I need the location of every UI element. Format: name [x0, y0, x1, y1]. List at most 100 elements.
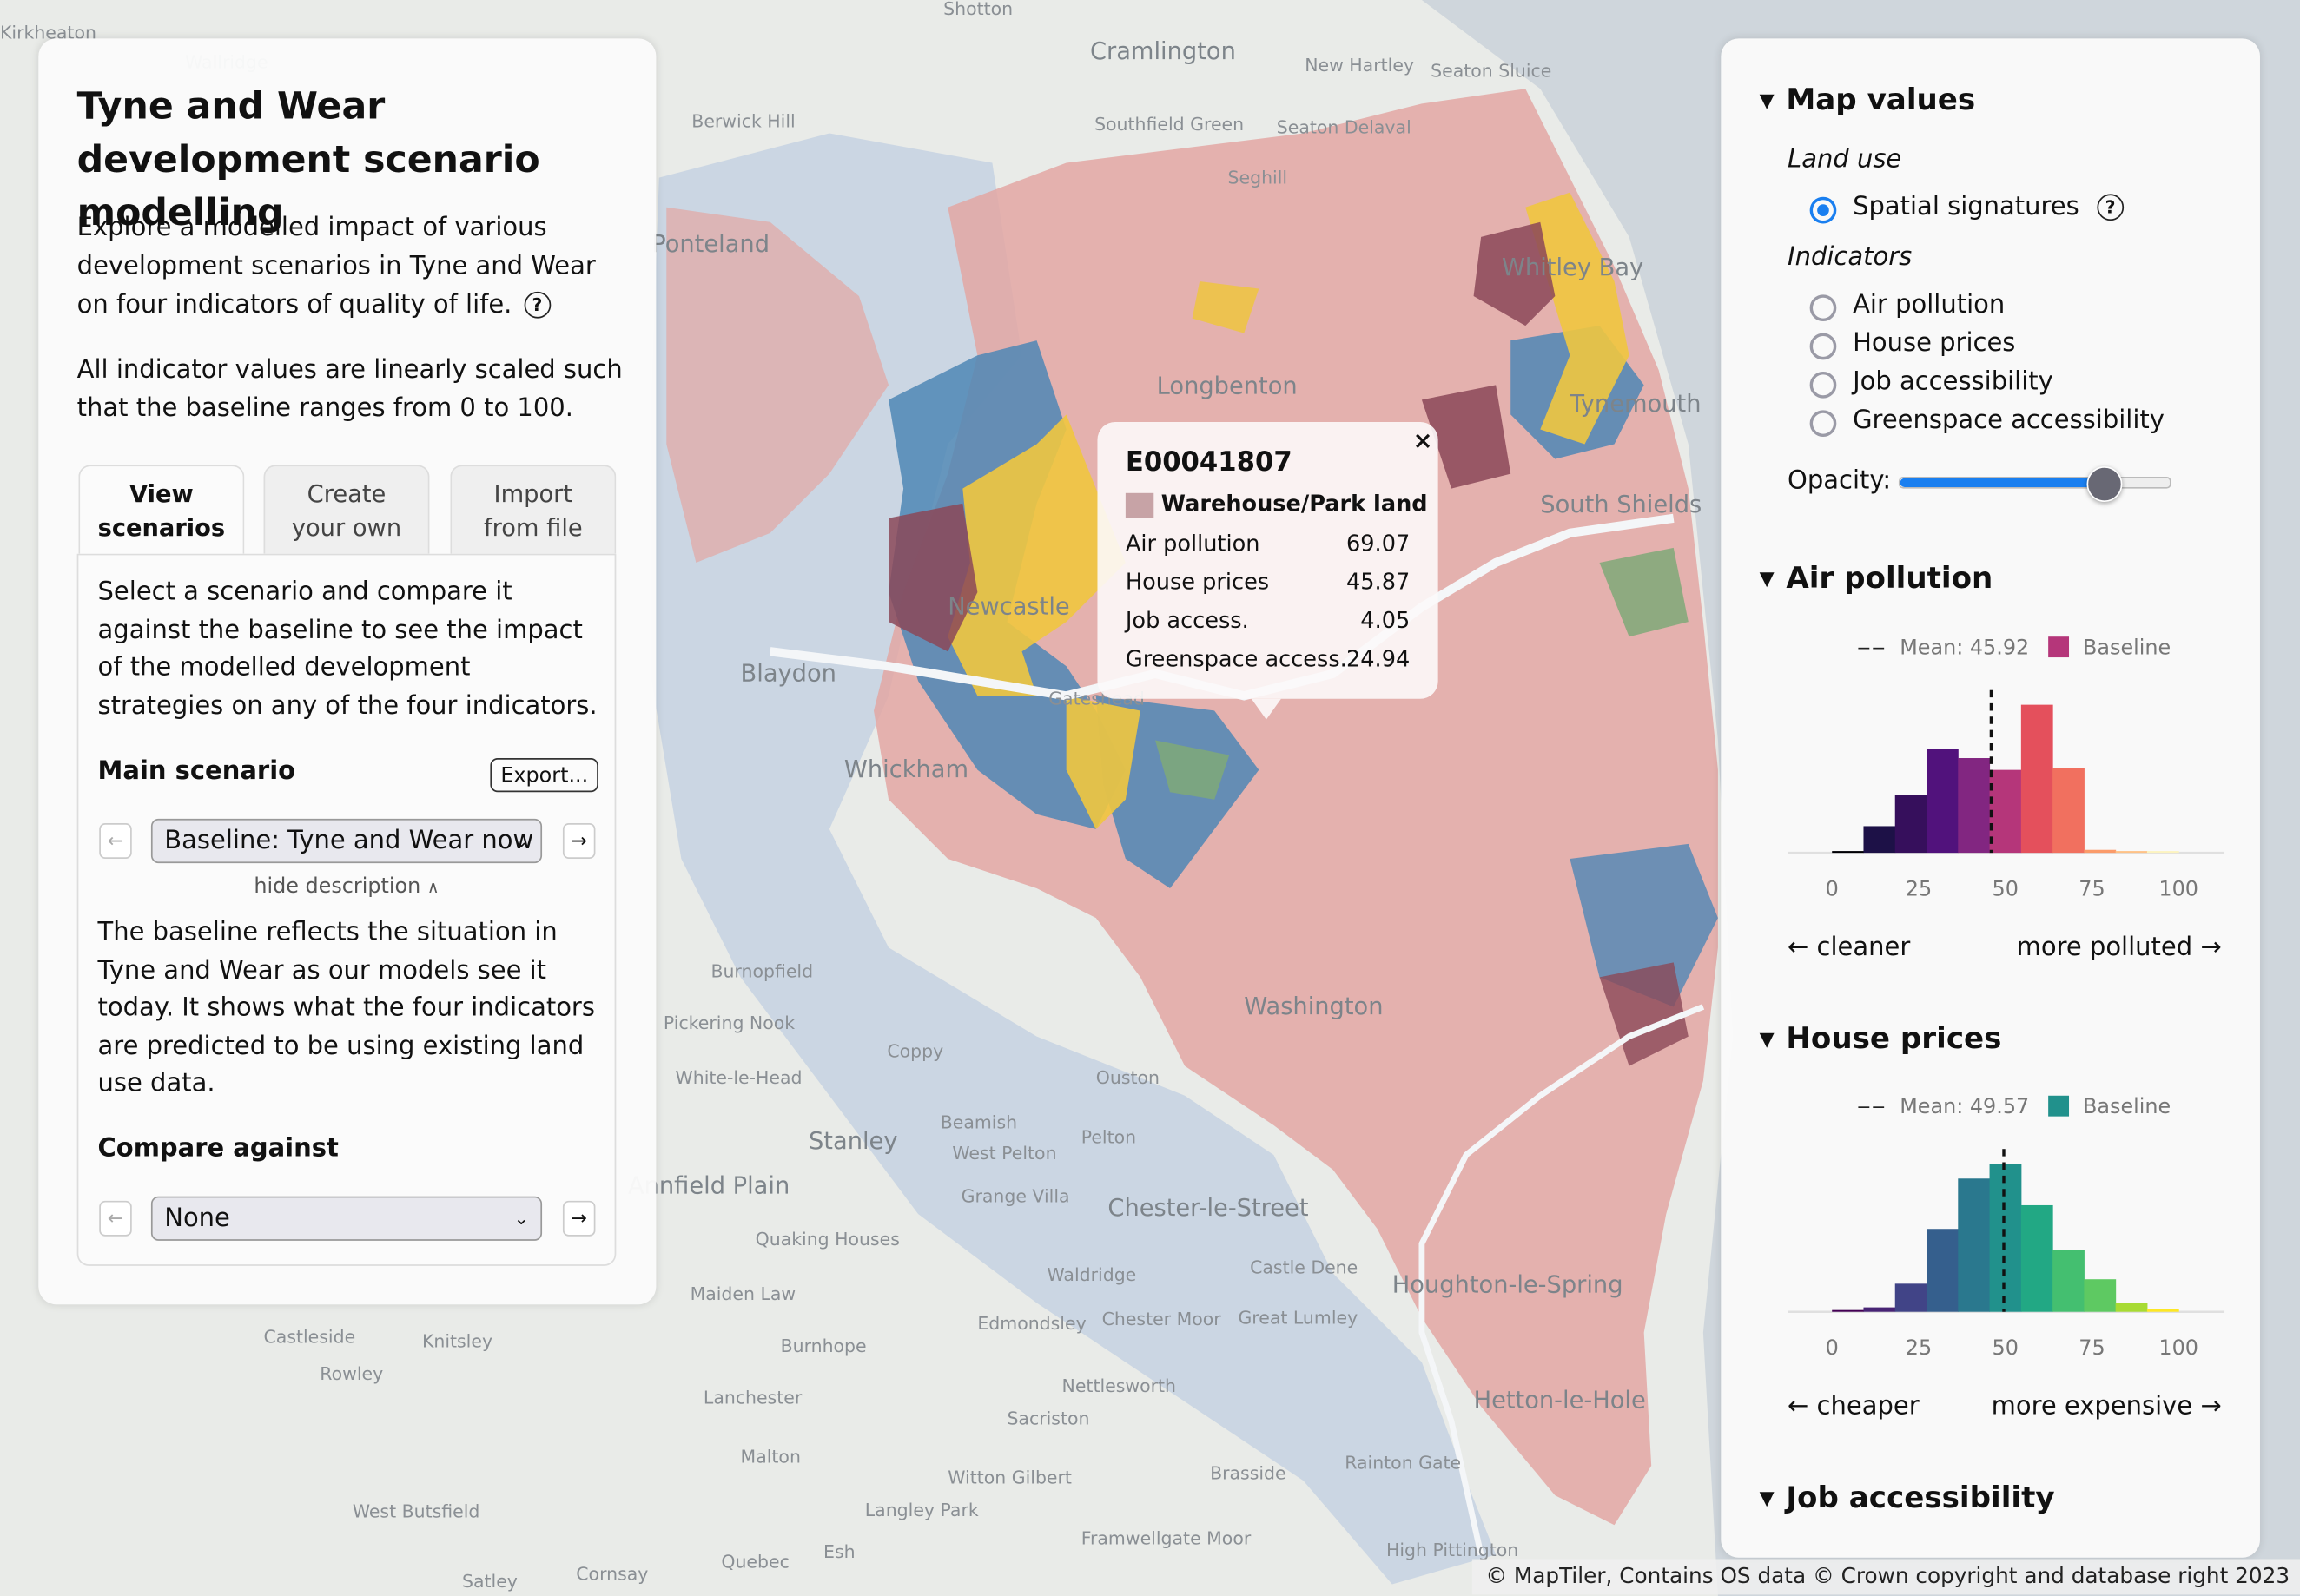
popup-row: Job access. 4.05 — [1126, 607, 1410, 634]
collapse-triangle-icon: ▼ — [1759, 1487, 1775, 1511]
section-title: Job accessibility — [1786, 1479, 2055, 1515]
histogram-bar — [2084, 1279, 2117, 1312]
mean-label: Mean: 45.92 — [1900, 636, 2030, 661]
map-place-label: High Pittington — [1386, 1540, 1518, 1560]
tab-label: View — [129, 479, 194, 508]
opacity-slider-fill — [1900, 478, 2103, 487]
house-prices-histogram: 0 25 50 75 100 — [1788, 1149, 2225, 1360]
map-place-label: Quebec — [721, 1552, 789, 1573]
tab-import-from-file[interactable]: Import from file — [450, 465, 617, 554]
opacity-slider-thumb[interactable] — [2085, 466, 2122, 503]
radio-label-text: Spatial signatures — [1853, 192, 2079, 222]
histogram-bar — [1989, 769, 2022, 854]
map-place-label: Malton — [741, 1447, 801, 1467]
histogram-bar — [1894, 1283, 1927, 1312]
map-place-label: Grange Villa — [962, 1186, 1070, 1207]
section-title: House prices — [1786, 1019, 2002, 1056]
section-house-prices[interactable]: ▼ House prices — [1760, 1020, 2002, 1056]
radio-air-pollution[interactable] — [1809, 294, 1837, 322]
close-icon[interactable]: × — [1413, 426, 1433, 454]
chart-legend: ‒‒ Mean: 45.92 Baseline — [1857, 636, 2171, 660]
histogram-bar — [1894, 795, 1927, 854]
mean-label: Mean: 49.57 — [1900, 1095, 2030, 1120]
x-tick-label: 50 — [1993, 877, 2019, 901]
map-place-label: Shotton — [943, 0, 1013, 19]
hide-description-toggle[interactable]: hide description ∧ — [78, 875, 614, 899]
map-place-label: Beamish — [941, 1111, 1017, 1132]
map-place-label: Framwellgate Moor — [1081, 1527, 1252, 1548]
popup-row: House prices 45.87 — [1126, 569, 1410, 596]
map-place-label: Maiden Law — [691, 1283, 796, 1304]
section-title: Air pollution — [1786, 559, 1993, 596]
map-place-label: Edmondsley — [977, 1313, 1086, 1334]
radio-house-prices[interactable] — [1809, 333, 1837, 360]
axis-label-right: more expensive → — [1991, 1391, 2222, 1421]
section-air-pollution[interactable]: ▼ Air pollution — [1760, 560, 1993, 596]
mean-dash-icon: ‒‒ — [1857, 1095, 1887, 1120]
x-tick-label: 75 — [2079, 1335, 2105, 1360]
map-place-label: Blaydon — [741, 660, 836, 687]
arrow-right-icon[interactable]: → — [562, 823, 596, 859]
map-place-label: Witton Gilbert — [948, 1467, 1072, 1488]
tab-view-scenarios[interactable]: View scenarios — [78, 465, 245, 554]
histogram-bar — [2115, 851, 2148, 854]
map-place-label: Knitsley — [422, 1331, 492, 1352]
histogram-bar — [2146, 1309, 2179, 1312]
tab-label: from file — [483, 513, 583, 543]
section-map-values[interactable]: ▼ Map values — [1760, 82, 1976, 117]
opacity-slider[interactable] — [1898, 466, 2171, 503]
x-tick-label: 0 — [1826, 877, 1839, 901]
radio-greenspace-accessibility[interactable] — [1809, 410, 1837, 438]
popup-row-label: House prices — [1125, 568, 1270, 596]
land-use-heading: Land use — [1788, 145, 1902, 175]
map-place-label: Great Lumley — [1238, 1307, 1358, 1328]
help-icon[interactable]: ? — [2097, 194, 2124, 221]
popup-row: Air pollution 69.07 — [1126, 530, 1410, 557]
map-place-label: Whitley Bay — [1502, 254, 1643, 281]
map-place-label: Seaton Sluice — [1431, 61, 1551, 82]
tab-label: scenarios — [97, 513, 226, 543]
map-place-label: Coppy — [887, 1040, 943, 1061]
radio-job-accessibility[interactable] — [1809, 371, 1837, 399]
mean-dash-icon: ‒‒ — [1857, 636, 1887, 661]
map-place-label: Sacriston — [1007, 1408, 1089, 1428]
tab-label: Create — [307, 479, 387, 508]
section-title: Map values — [1786, 81, 1976, 117]
x-tick-label: 25 — [1906, 877, 1932, 901]
air-pollution-histogram: 0 25 50 75 100 — [1788, 689, 2225, 901]
select-value: None — [164, 1204, 230, 1234]
map-attribution[interactable]: © MapTiler, Contains OS data © Crown cop… — [1471, 1559, 2300, 1595]
histogram-bar — [1958, 758, 1991, 854]
compare-scenario-select[interactable]: None ⌄ — [150, 1196, 543, 1241]
popup-row-label: Job access. — [1125, 607, 1249, 634]
map-place-label: White-le-Head — [676, 1067, 803, 1088]
scenario-description: The baseline reflects the situation in T… — [97, 918, 595, 1099]
radio-spatial-signatures[interactable] — [1809, 196, 1837, 224]
help-icon[interactable]: ? — [524, 291, 551, 319]
x-tick-label: 25 — [1906, 1335, 1932, 1360]
arrow-left-icon[interactable]: ← — [99, 1200, 132, 1237]
histogram-bar — [1863, 826, 1896, 854]
histogram-bar — [2146, 851, 2179, 854]
arrow-right-icon[interactable]: → — [562, 1200, 596, 1237]
histogram-bar — [2115, 1303, 2148, 1312]
histogram-bar — [2020, 1204, 2053, 1312]
x-tick-label: 100 — [2158, 877, 2198, 901]
tab-create-your-own[interactable]: Create your own — [263, 465, 430, 554]
arrow-left-icon[interactable]: ← — [99, 823, 132, 859]
map-place-label: Ouston — [1096, 1067, 1160, 1088]
map-place-label: Cornsay — [576, 1563, 648, 1584]
radio-label: House prices — [1853, 328, 2016, 359]
section-job-accessibility[interactable]: ▼ Job accessibility — [1760, 1479, 2055, 1514]
collapse-triangle-icon: ▼ — [1759, 1029, 1775, 1052]
tab-content: Select a scenario and compare it against… — [76, 553, 617, 1266]
main-scenario-select[interactable]: Baseline: Tyne and Wear now ⌄ — [150, 818, 543, 864]
map-place-label: Newcastle — [948, 594, 1069, 621]
histogram-bar — [1927, 749, 1959, 854]
x-tick-label: 50 — [1993, 1335, 2019, 1360]
histogram-bar — [2084, 849, 2117, 854]
export-button[interactable]: Export... — [490, 758, 599, 793]
histogram-bar — [2020, 704, 2053, 854]
map-place-label: Stanley — [809, 1128, 897, 1155]
radio-label: Greenspace accessibility — [1853, 406, 2165, 436]
